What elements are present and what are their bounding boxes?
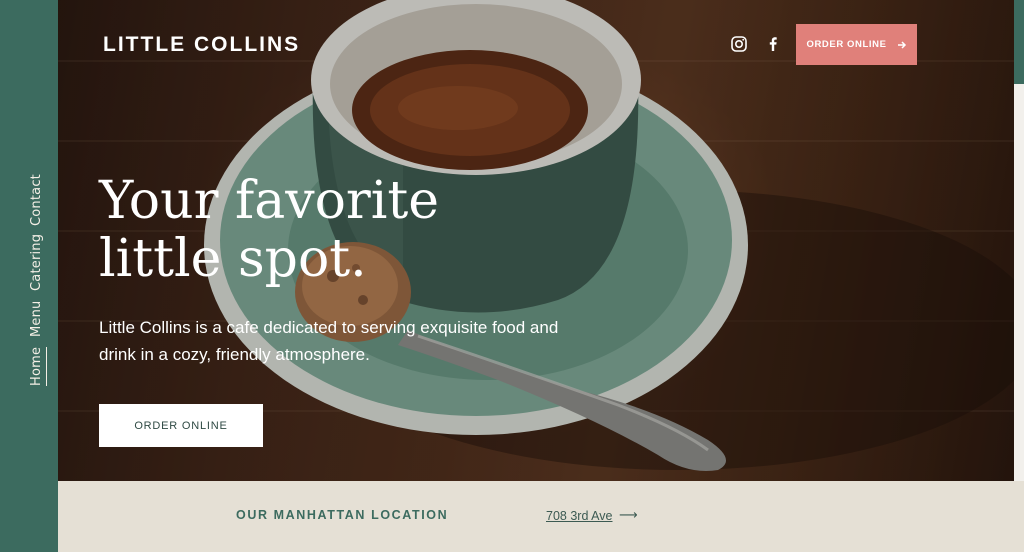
hero-section: LITTLE COLLINS ORDER ONLINE Your favorit… — [58, 0, 1014, 481]
facebook-icon[interactable] — [764, 35, 782, 53]
side-nav: Contact Catering Menu Home — [0, 0, 58, 552]
location-address-link[interactable]: 708 3rd Ave — [546, 509, 613, 523]
nav-link-contact[interactable]: Contact — [29, 174, 44, 226]
order-online-hero-button[interactable]: ORDER ONLINE — [99, 404, 263, 447]
hero-headline-line-2: little spot. — [99, 229, 367, 289]
instagram-icon[interactable] — [730, 35, 748, 53]
nav-link-home[interactable]: Home — [29, 346, 47, 386]
arrow-right-icon — [897, 40, 906, 49]
order-online-header-button[interactable]: ORDER ONLINE — [796, 24, 917, 65]
hero-headline-line-1: Your favorite — [99, 171, 440, 231]
nav-link-catering[interactable]: Catering — [29, 234, 44, 291]
edge-strip-light — [1014, 84, 1024, 481]
nav-link-menu[interactable]: Menu — [29, 301, 44, 338]
hero-description: Little Collins is a cafe dedicated to se… — [99, 318, 559, 364]
hero-headline: Your favorite little spot. — [99, 172, 579, 288]
arrow-right-icon[interactable]: ⟶ — [619, 508, 638, 523]
location-title: OUR MANHATTAN LOCATION — [236, 508, 449, 522]
site-logo[interactable]: LITTLE COLLINS — [103, 33, 300, 57]
order-online-header-label: ORDER ONLINE — [806, 39, 887, 50]
location-band: OUR MANHATTAN LOCATION 708 3rd Ave ⟶ — [58, 481, 1024, 552]
